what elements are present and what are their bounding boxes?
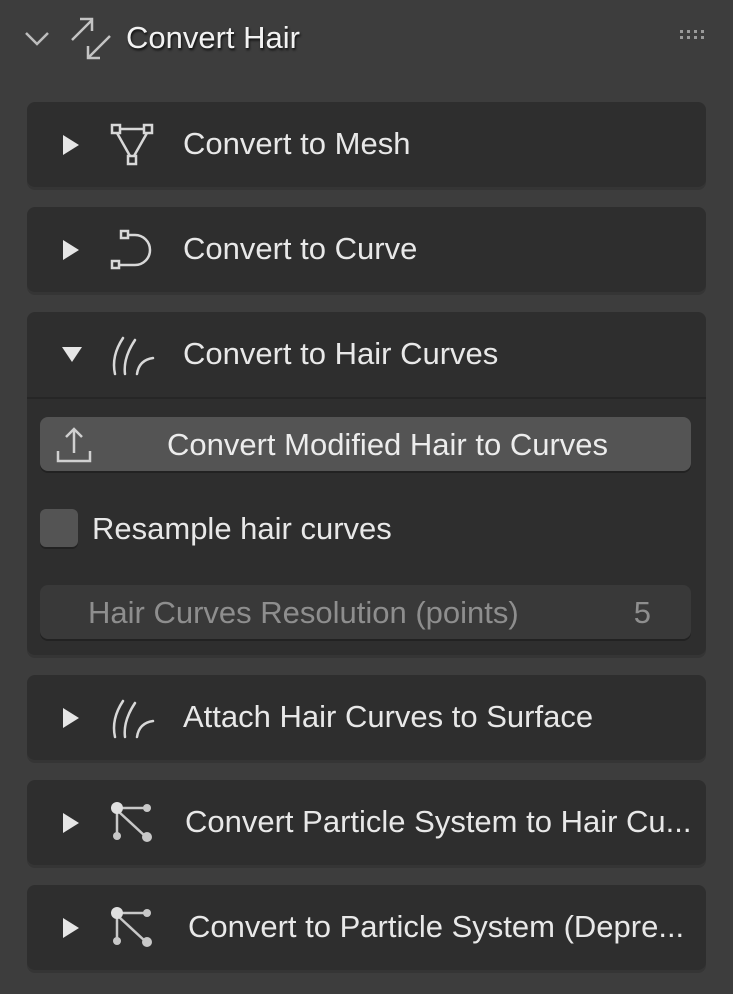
hair-curves-resolution-field[interactable]: Hair Curves Resolution (points) 5 (40, 585, 691, 639)
mesh-icon (110, 123, 154, 166)
panel-title: Convert Hair (126, 20, 300, 55)
hair-curves-icon (112, 336, 155, 376)
subpanel-label: Convert to Mesh (183, 126, 411, 161)
subpanel-convert-to-hair-curves: Convert to Hair Curves Convert Modified … (27, 312, 706, 655)
triangle-right-icon (63, 240, 79, 260)
particle-icon (111, 802, 152, 842)
triangle-right-icon (63, 135, 79, 155)
subpanel-header[interactable]: Convert to Curve (27, 207, 706, 292)
subpanel-body: Convert Modified Hair to Curves Resample… (27, 397, 706, 655)
subpanel-label: Convert to Curve (183, 231, 418, 266)
subpanel-header[interactable]: Attach Hair Curves to Surface (27, 675, 706, 760)
triangle-right-icon (63, 708, 79, 728)
button-label: Convert Modified Hair to Curves (166, 427, 609, 462)
triangle-right-icon (63, 918, 79, 938)
subpanel-header[interactable]: Convert to Mesh (27, 102, 706, 187)
particle-icon (111, 907, 152, 947)
subpanel-label: Convert to Particle System (Depre... (188, 909, 685, 944)
subpanel-header[interactable]: Convert to Hair Curves (27, 312, 706, 397)
subpanel-convert-to-particle-system: Convert to Particle System (Depre... (27, 885, 706, 970)
hair-curves-icon (112, 699, 155, 739)
field-label: Hair Curves Resolution (points) (88, 595, 519, 630)
triangle-down-icon (62, 347, 82, 362)
subpanel-label: Attach Hair Curves to Surface (183, 699, 594, 734)
subpanel-header[interactable]: Convert to Particle System (Depre... (27, 885, 706, 970)
chevron-down-icon (25, 32, 49, 46)
subpanel-attach-hair-curves: Attach Hair Curves to Surface (27, 675, 706, 760)
triangle-right-icon (63, 813, 79, 833)
subpanel-convert-particle-system: Convert Particle System to Hair Cu... (27, 780, 706, 865)
drag-handle-icon[interactable] (680, 30, 710, 44)
convert-hair-header[interactable]: Convert Hair (0, 0, 733, 80)
convert-modified-hair-button[interactable]: Convert Modified Hair to Curves (40, 417, 691, 471)
convert-arrows-icon (71, 17, 111, 60)
subpanel-label: Convert to Hair Curves (183, 336, 499, 371)
subpanel-convert-to-curve: Convert to Curve (27, 207, 706, 292)
subpanel-convert-to-mesh: Convert to Mesh (27, 102, 706, 187)
resample-checkbox[interactable] (40, 509, 78, 547)
subpanel-header[interactable]: Convert Particle System to Hair Cu... (27, 780, 706, 865)
resample-checkbox-label[interactable]: Resample hair curves (92, 511, 392, 547)
curve-icon (110, 229, 152, 270)
subpanel-label: Convert Particle System to Hair Cu... (185, 804, 692, 839)
field-value: 5 (633, 595, 651, 630)
